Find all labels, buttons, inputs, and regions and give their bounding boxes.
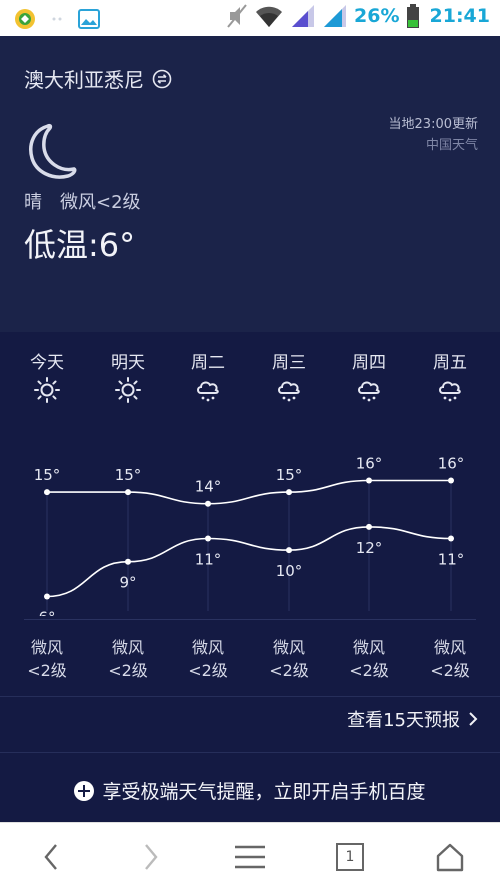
- signal-icon-1: [292, 5, 315, 27]
- switch-city-icon[interactable]: [152, 69, 172, 89]
- wind-info: 微风 <2级: [249, 636, 329, 682]
- forward-button[interactable]: [126, 835, 176, 879]
- image-icon: [78, 9, 100, 29]
- wind-desc: 微风: [272, 638, 305, 657]
- wind-desc: 微风: [433, 638, 466, 657]
- wifi-icon: [256, 6, 283, 27]
- low-temp-label: 12°: [356, 539, 383, 557]
- clock: 21:41: [429, 5, 490, 27]
- rain-cloud-icon: [197, 381, 219, 402]
- more-forecast-label: 查看15天预报: [347, 710, 460, 731]
- current-condition: 晴 微风<2级: [24, 192, 141, 213]
- sun-icon: [115, 377, 141, 403]
- divider: [24, 619, 476, 620]
- low-temp-point: [205, 535, 211, 542]
- battery-icon: [406, 4, 419, 28]
- day-label: 周二: [191, 353, 225, 373]
- current-low-temp: 低温:6°: [24, 226, 136, 264]
- tabs-button[interactable]: 1: [325, 835, 375, 879]
- high-temp-line: [47, 479, 451, 505]
- wind-desc: 微风: [111, 638, 144, 657]
- tabs-count: 1: [345, 849, 355, 865]
- home-icon: [436, 843, 464, 872]
- battery-percent: 26%: [354, 5, 400, 27]
- app-notification-icon: [15, 9, 35, 29]
- moon-icon: [29, 123, 77, 179]
- signal-icon-2: [324, 5, 347, 27]
- wind-desc: 微风: [30, 638, 63, 657]
- high-temp-label: 15°: [276, 466, 303, 484]
- high-temp-point: [366, 477, 372, 484]
- low-temp-point: [44, 593, 50, 600]
- promo-banner[interactable]: 享受极端天气提醒，立即开启手机百度: [0, 777, 500, 804]
- low-temp-point: [286, 547, 292, 554]
- low-temp-label: 11°: [438, 551, 465, 569]
- wind-level: <2级: [108, 661, 148, 680]
- wind-level: <2级: [188, 661, 228, 680]
- wind-level: <2级: [27, 661, 67, 680]
- browser-nav-bar: 1: [0, 822, 500, 889]
- low-temp-point: [366, 523, 372, 530]
- day-label: 明天: [111, 353, 145, 373]
- wind-info: 微风 <2级: [329, 636, 409, 682]
- high-temp-point: [44, 489, 50, 496]
- rain-cloud-icon: [278, 381, 300, 402]
- plus-circle-icon: [74, 780, 95, 801]
- low-temp-point: [125, 558, 131, 565]
- wind-info: 微风 <2级: [168, 636, 248, 682]
- low-temp-line: [46, 526, 452, 598]
- hamburger-menu-icon: [235, 845, 265, 869]
- low-temp-point: [448, 535, 454, 542]
- chevron-left-icon: [44, 844, 57, 870]
- high-temp-label: 15°: [115, 466, 142, 484]
- promo-text: 享受极端天气提醒，立即开启手机百度: [102, 781, 426, 803]
- high-temp-point: [286, 489, 292, 496]
- wind-info: 微风 <2级: [410, 636, 490, 682]
- tabs-icon: 1: [336, 843, 364, 871]
- rain-cloud-icon: [439, 381, 461, 402]
- high-temp-label: 14°: [195, 478, 222, 496]
- high-temp-label: 15°: [34, 466, 61, 484]
- low-temp-label: 6°: [38, 609, 55, 617]
- day-label: 今天: [30, 353, 64, 373]
- wind-level: <2级: [269, 661, 309, 680]
- home-button[interactable]: [425, 835, 475, 879]
- chevron-right-icon: [469, 712, 478, 726]
- temperature-chart: 15° 6° 15° 9° 14° 11° 15° 10° 16° 12° 16° 11°: [34, 455, 465, 617]
- high-temp-label: 16°: [438, 455, 465, 473]
- day-label: 周五: [433, 353, 467, 373]
- sun-icon: [34, 377, 60, 403]
- wind-desc: 微风: [191, 638, 224, 657]
- wind-info: 微风 <2级: [88, 636, 168, 682]
- day-label: 周四: [352, 353, 386, 373]
- wind-info: 微风 <2级: [7, 636, 87, 682]
- wind-level: <2级: [349, 661, 389, 680]
- city-selector[interactable]: 澳大利亚悉尼: [24, 64, 172, 93]
- menu-button[interactable]: [225, 835, 275, 879]
- update-time: 当地23:00更新: [388, 117, 478, 132]
- high-temp-label: 16°: [356, 455, 383, 473]
- chevron-right-icon: [145, 844, 158, 870]
- low-temp-label: 11°: [195, 551, 222, 569]
- day-label: 周三: [272, 353, 306, 373]
- high-temp-point: [448, 477, 454, 484]
- back-button[interactable]: [26, 835, 76, 879]
- wind-desc: 微风: [352, 638, 385, 657]
- high-temp-point: [125, 489, 131, 496]
- low-temp-label: 10°: [276, 562, 303, 580]
- dots-icon: [52, 17, 62, 21]
- mute-icon: [227, 4, 247, 28]
- divider: [0, 696, 500, 697]
- weather-page: 澳大利亚悉尼 当地23:00更新 中国天气 晴 微风<2级 低温:6° 今天 明…: [0, 36, 500, 822]
- view-15-day-forecast-link[interactable]: 查看15天预报: [347, 706, 478, 732]
- wind-level: <2级: [430, 661, 470, 680]
- weather-source: 中国天气: [425, 138, 478, 153]
- status-bar: 26% 21:41: [0, 0, 500, 36]
- city-name: 澳大利亚悉尼: [24, 68, 144, 92]
- divider: [0, 752, 500, 753]
- low-temp-label: 9°: [119, 574, 136, 592]
- rain-cloud-icon: [358, 381, 380, 402]
- high-temp-point: [205, 500, 211, 507]
